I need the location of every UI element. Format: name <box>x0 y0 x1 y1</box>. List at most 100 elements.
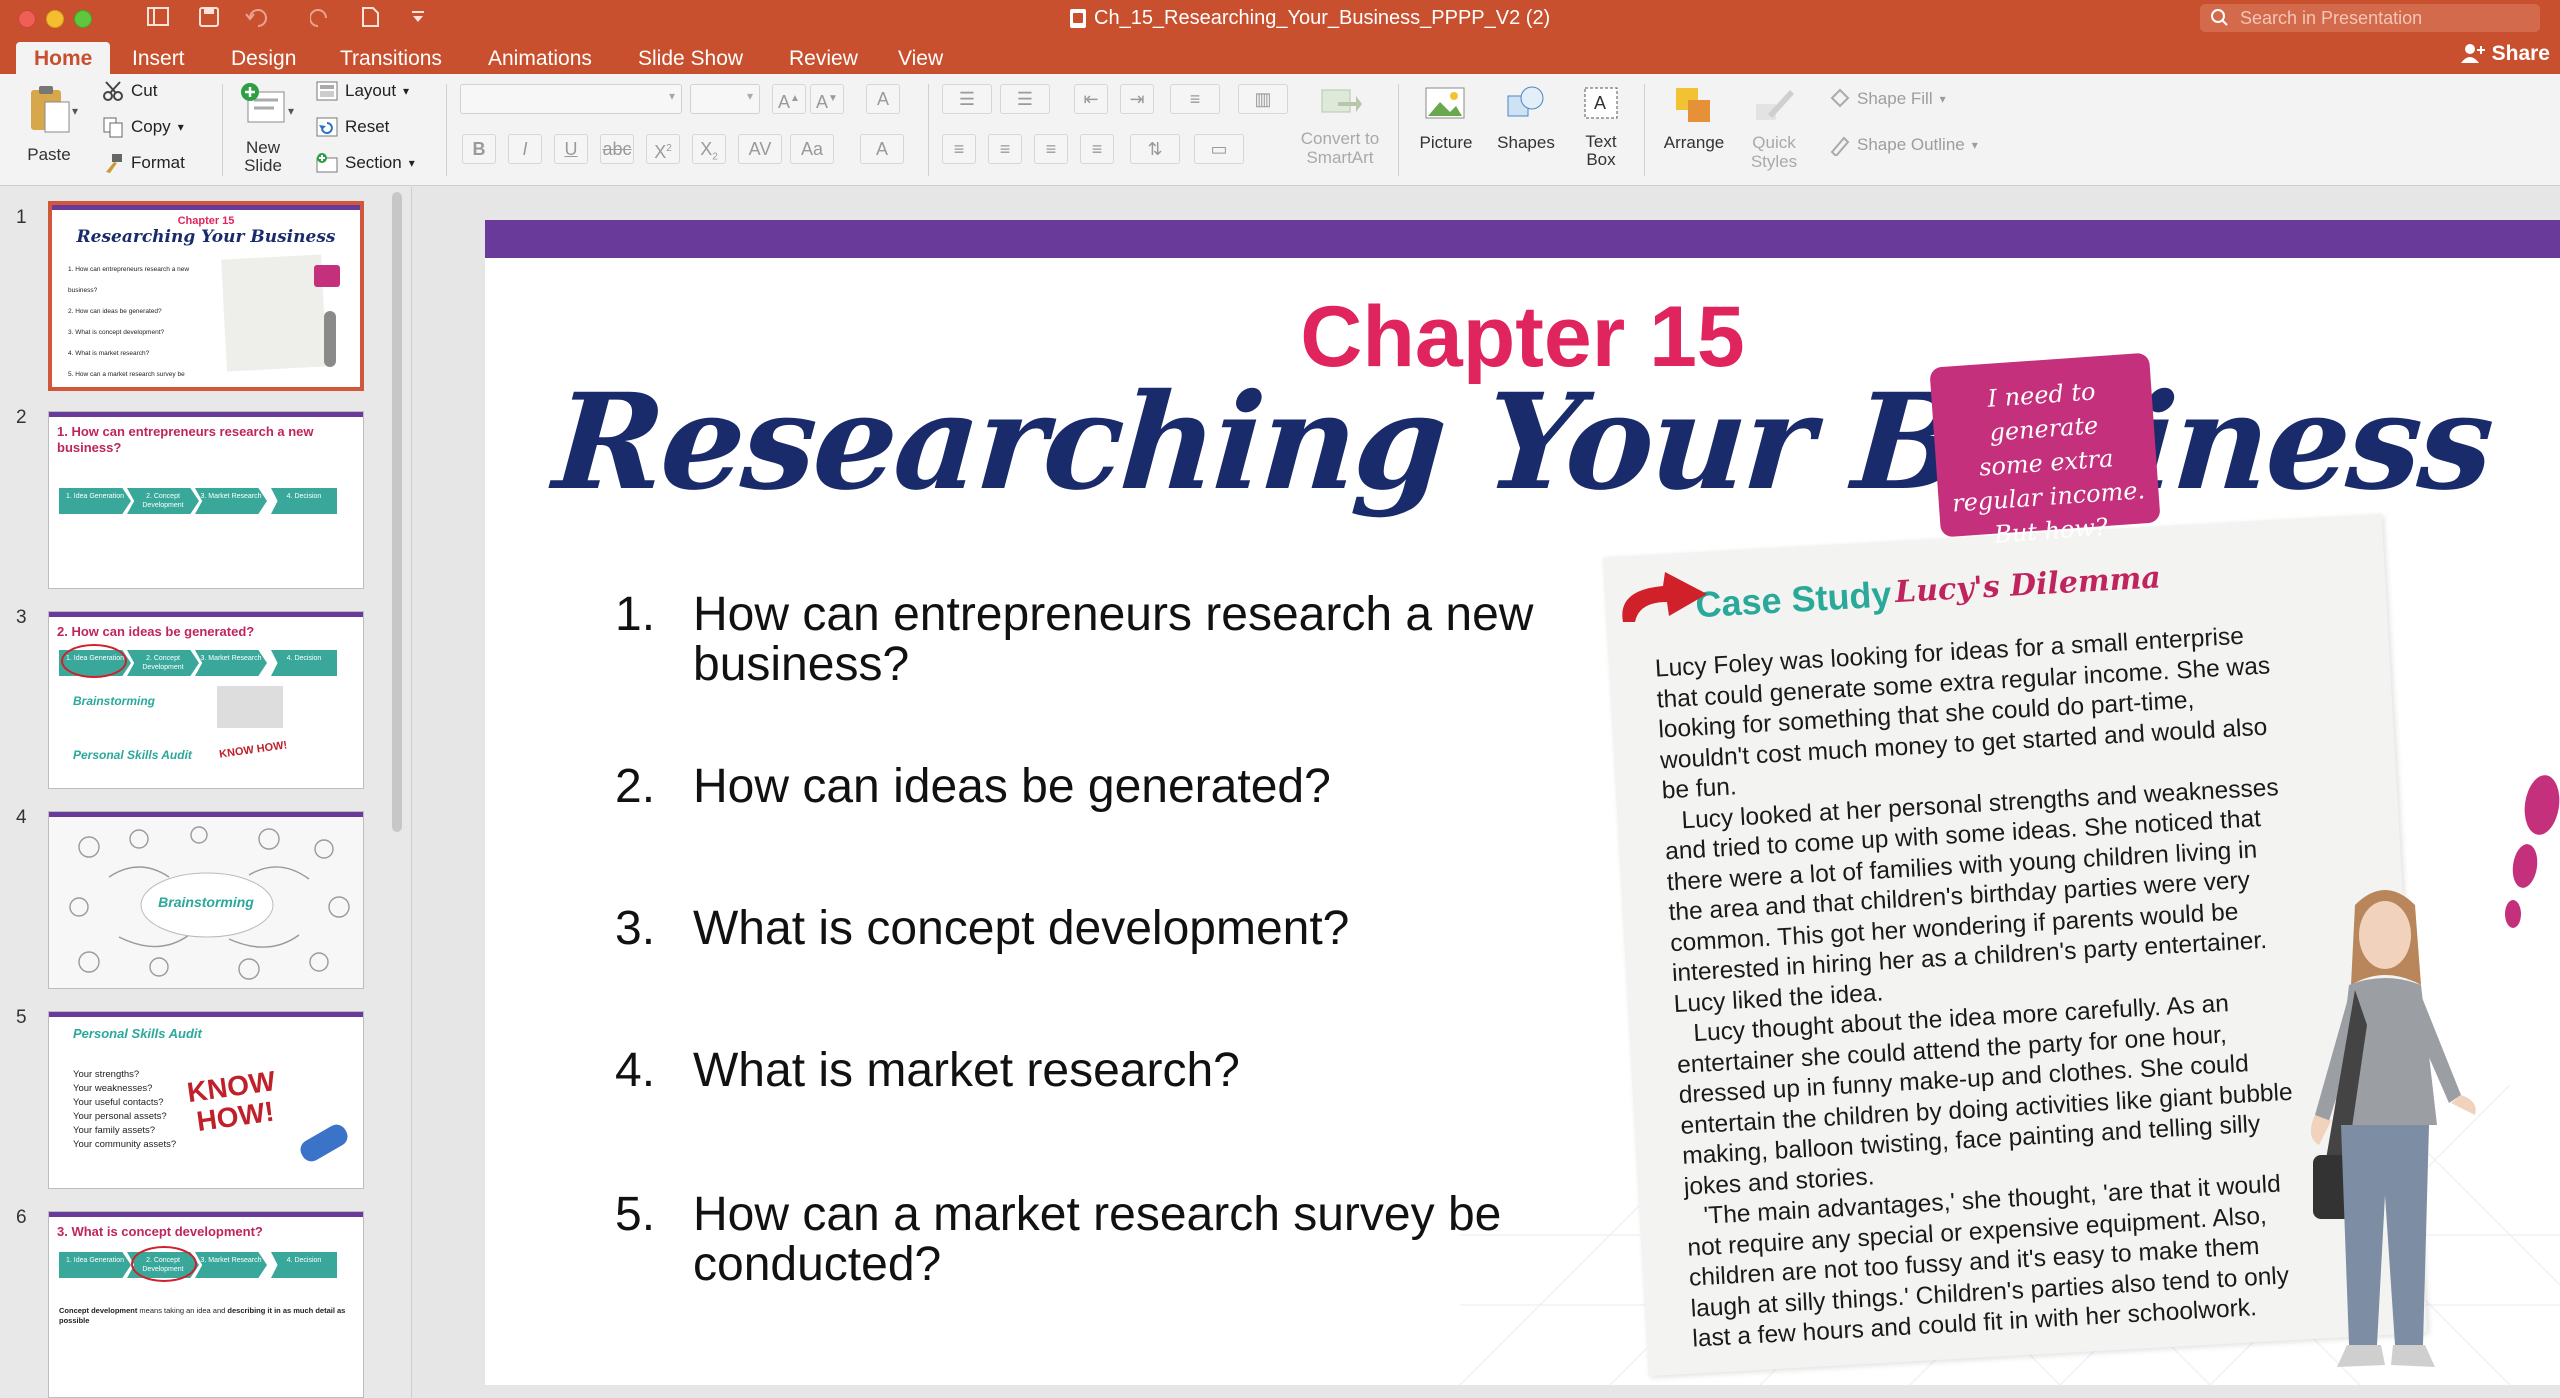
underline-button[interactable]: U <box>554 134 588 164</box>
convert-to-smartart-button[interactable]: Convert to SmartArt <box>1290 80 1390 167</box>
thumbnail-scrollbar[interactable] <box>392 192 402 832</box>
save-icon[interactable] <box>198 6 220 28</box>
window-close-button[interactable] <box>18 10 36 28</box>
slide-thumbnail-6[interactable]: 3. What is concept development? 1. Idea … <box>48 1211 364 1398</box>
paste-dropdown-arrow[interactable]: ▾ <box>72 104 78 118</box>
layout-button[interactable]: Layout ▾ <box>316 80 409 102</box>
thumbnail-audit-item: Your personal assets? <box>73 1111 167 1122</box>
align-left-button[interactable]: ≡ <box>942 134 976 164</box>
thumbnail-bubble <box>314 265 340 287</box>
change-case-button[interactable]: Aa <box>790 134 834 164</box>
align-text-button[interactable]: ▭ <box>1194 134 1244 164</box>
tab-transitions[interactable]: Transitions <box>322 42 460 74</box>
align-center-button[interactable]: ≡ <box>988 134 1022 164</box>
strikethrough-button[interactable]: abc <box>600 134 634 164</box>
new-document-icon[interactable] <box>360 6 380 28</box>
slide-thumbnail-5[interactable]: Personal Skills Audit Your strengths? Yo… <box>48 1011 364 1189</box>
slide-thumbnail-4[interactable]: Brainstorming <box>48 811 364 989</box>
quick-styles-button[interactable]: Quick Styles <box>1738 84 1810 171</box>
thumbnail-title: Researching Your Business <box>76 227 336 247</box>
decrease-indent-button[interactable]: ⇤ <box>1074 84 1108 114</box>
format-painter-button[interactable]: Format <box>102 152 185 174</box>
copy-dropdown-arrow[interactable]: ▾ <box>178 120 184 134</box>
thumbnail-top-bar <box>49 1212 363 1217</box>
window-minimize-button[interactable] <box>46 10 64 28</box>
shape-fill-button[interactable]: Shape Fill ▾ <box>1828 88 1946 110</box>
document-title: Ch_15_Researching_Your_Business_PPPP_V2 … <box>1070 7 1550 30</box>
question-text: How can entrepreneurs research a new bus… <box>693 588 1534 691</box>
font-color-button[interactable]: A <box>860 134 904 164</box>
tab-home[interactable]: Home <box>16 42 111 74</box>
new-slide-dropdown-arrow[interactable]: ▾ <box>288 104 294 118</box>
copy-button[interactable]: Copy ▾ <box>102 116 184 138</box>
case-study-body: Lucy Foley was looking for ideas for a s… <box>1654 620 2322 1356</box>
increase-font-size-button[interactable]: A▲ <box>772 84 806 114</box>
numbering-button[interactable]: ☰ <box>1000 84 1050 114</box>
redo-icon[interactable] <box>310 6 332 28</box>
layout-icon <box>316 81 338 101</box>
tab-review[interactable]: Review <box>771 42 876 74</box>
sidebar-toggle-icon[interactable] <box>146 6 170 28</box>
picture-button[interactable]: Picture <box>1410 84 1482 153</box>
shape-outline-button[interactable]: Shape Outline ▾ <box>1828 134 1978 156</box>
layout-dropdown-arrow: ▾ <box>403 84 410 98</box>
thumbnail-question: 3. What is concept development? <box>68 329 165 336</box>
thumbnail-highlight-circle <box>131 1246 197 1282</box>
character-spacing-button[interactable]: AV <box>738 134 782 164</box>
tab-animations[interactable]: Animations <box>470 42 610 74</box>
question-number: 5. <box>615 1188 656 1241</box>
slide-thumbnail-3[interactable]: 2. How can ideas be generated? 1. Idea G… <box>48 611 364 789</box>
shapes-label: Shapes <box>1497 133 1555 152</box>
document-title-text: Ch_15_Researching_Your_Business_PPPP_V2 … <box>1094 7 1551 29</box>
reset-button[interactable]: Reset <box>316 116 389 138</box>
line-spacing-button[interactable]: ≡ <box>1170 84 1220 114</box>
section-label: Section <box>345 153 402 172</box>
case-study-paragraph: Lucy looked at her personal strengths an… <box>1664 773 2280 1018</box>
undo-icon[interactable] <box>244 6 274 28</box>
shapes-button[interactable]: Shapes <box>1490 84 1562 153</box>
thumbnail-number: 1 <box>16 207 27 228</box>
slide-thumbnail-2[interactable]: 1. How can entrepreneurs research a new … <box>48 411 364 589</box>
slide-thumbnail-1[interactable]: Chapter 15 Researching Your Business 1. … <box>48 201 364 391</box>
powerpoint-file-icon <box>1070 9 1086 28</box>
thumbnail-chapter: Chapter 15 <box>177 215 235 227</box>
reset-label: Reset <box>345 117 390 136</box>
new-slide-button[interactable]: New Slide <box>232 82 294 175</box>
chevron-decision: 4. Decision <box>271 488 337 514</box>
increase-indent-button[interactable]: ⇥ <box>1120 84 1154 114</box>
question-text: How can a market research survey be cond… <box>693 1188 1502 1291</box>
bold-button[interactable]: B <box>462 134 496 164</box>
window-zoom-button[interactable] <box>74 10 92 28</box>
tab-design[interactable]: Design <box>213 42 314 74</box>
share-button[interactable]: Share <box>2460 42 2550 66</box>
shape-outline-dropdown-arrow: ▾ <box>1971 138 1978 152</box>
superscript-button[interactable]: X2 <box>646 134 680 164</box>
scissors-icon <box>103 81 123 101</box>
tab-insert[interactable]: Insert <box>114 42 203 74</box>
cut-button[interactable]: Cut <box>102 80 157 102</box>
text-box-button[interactable]: A Text Box <box>1570 84 1632 169</box>
tab-view[interactable]: View <box>880 42 961 74</box>
subscript-button[interactable]: X2 <box>692 134 726 164</box>
quick-styles-label-2: Styles <box>1750 152 1798 171</box>
new-slide-label-2: Slide <box>244 156 282 175</box>
font-size-select[interactable]: ▾ <box>690 84 760 114</box>
align-right-button[interactable]: ≡ <box>1034 134 1068 164</box>
italic-button[interactable]: I <box>508 134 542 164</box>
paste-button[interactable]: Paste <box>18 84 80 165</box>
arrange-button[interactable]: Arrange <box>1654 84 1734 153</box>
justify-button[interactable]: ≡ <box>1080 134 1114 164</box>
text-direction-button[interactable]: ⇅ <box>1130 134 1180 164</box>
section-button[interactable]: Section ▾ <box>316 152 415 174</box>
clear-formatting-button[interactable]: A <box>866 84 900 114</box>
search-input[interactable]: Search in Presentation <box>2200 4 2540 32</box>
columns-button[interactable]: ▥ <box>1238 84 1288 114</box>
font-family-select[interactable]: ▾ <box>460 84 682 114</box>
decrease-font-size-button[interactable]: A▼ <box>810 84 844 114</box>
customize-toolbar-icon[interactable] <box>410 10 426 24</box>
question-item: 5. How can a market research survey be co… <box>615 1190 1575 1290</box>
slide-canvas[interactable]: Chapter 15 Researching Your Business 1. H… <box>485 220 2560 1385</box>
bullets-button[interactable]: ☰ <box>942 84 992 114</box>
title-bar: Ch_15_Researching_Your_Business_PPPP_V2 … <box>0 0 2560 36</box>
tab-slide-show[interactable]: Slide Show <box>620 42 761 74</box>
